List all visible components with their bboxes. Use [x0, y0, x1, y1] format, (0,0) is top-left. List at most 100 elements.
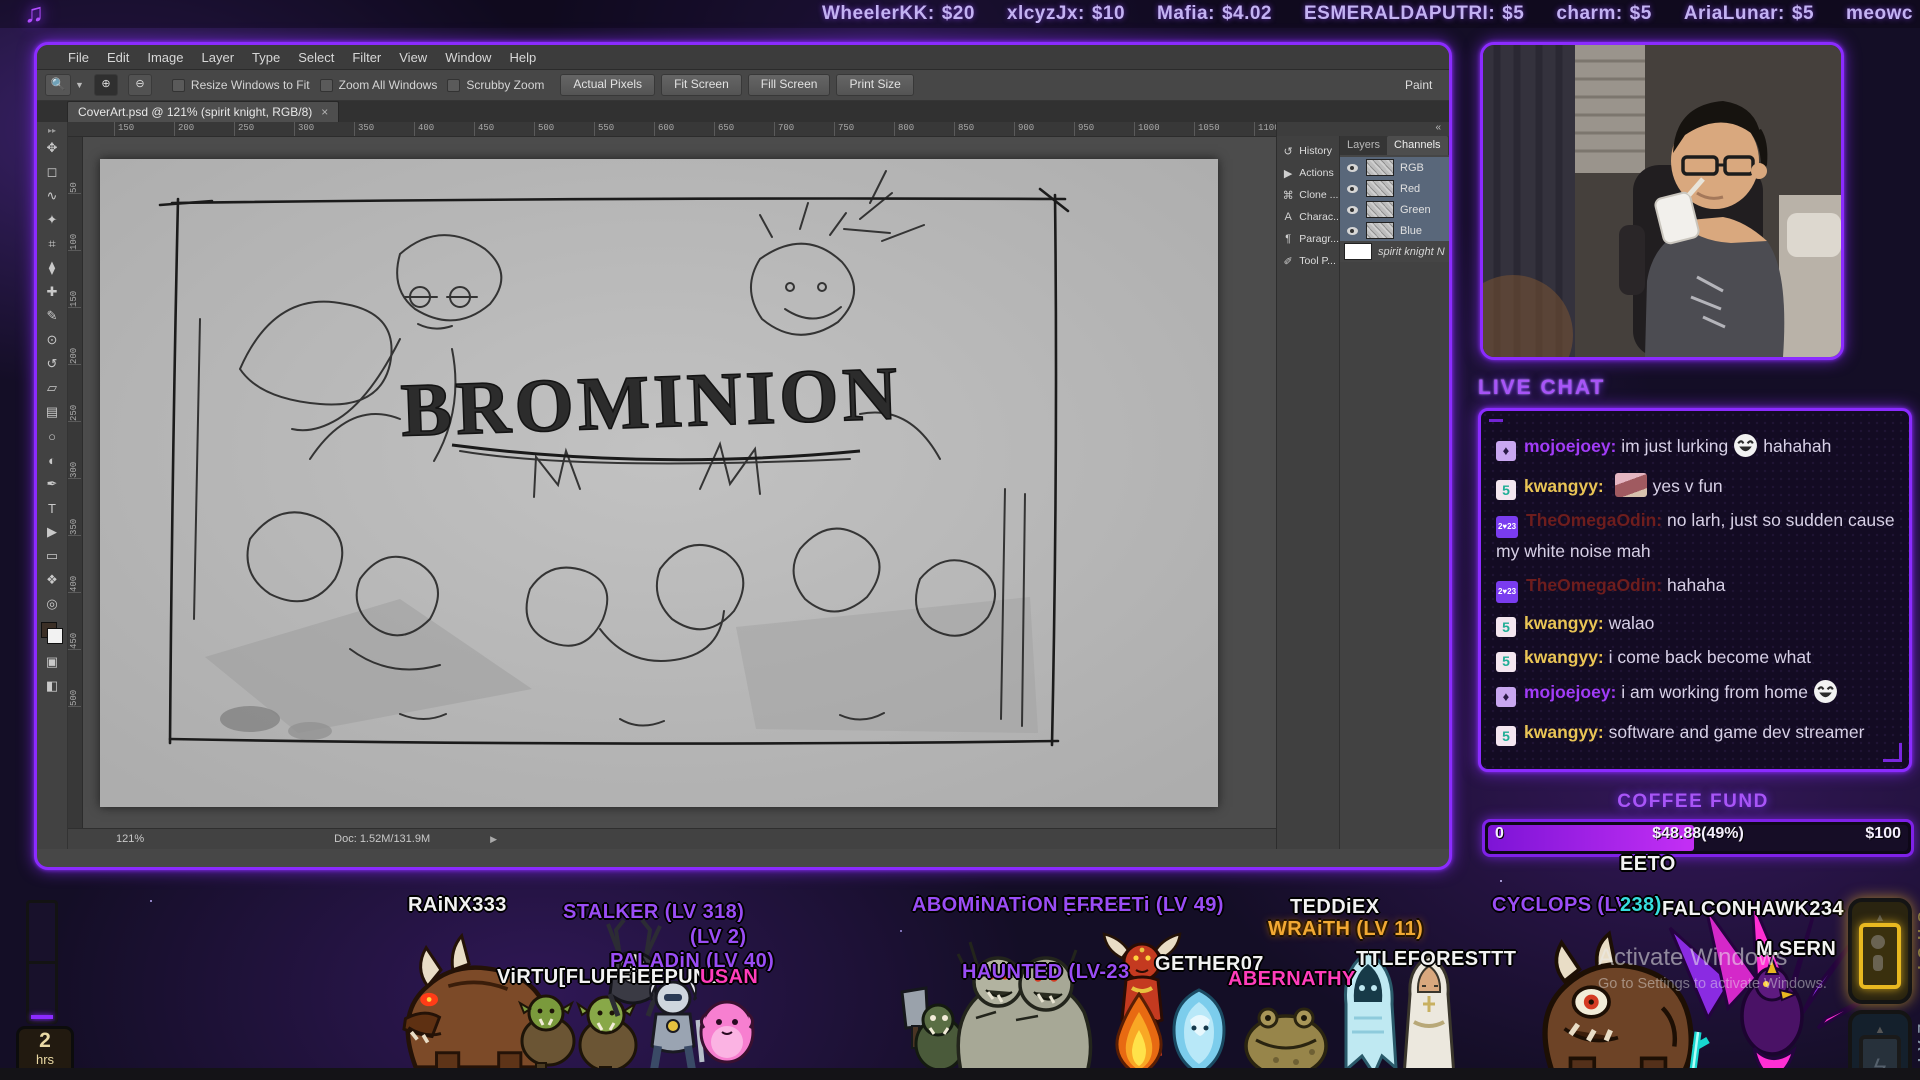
menu-item[interactable]: Edit — [98, 50, 138, 65]
options-button[interactable]: Fill Screen — [748, 74, 831, 96]
color-swatches[interactable] — [41, 622, 63, 644]
panel-tab[interactable]: Layers — [1340, 136, 1387, 155]
channel-row[interactable]: Green — [1340, 199, 1452, 220]
chat-username[interactable]: kwangyy: — [1524, 722, 1604, 742]
options-checkbox[interactable]: Resize Windows to Fit — [172, 78, 310, 92]
pen-tool[interactable]: ✒ — [40, 472, 64, 496]
dock-button-column: ↺ History ▶ Actions ⌘ Clone ... — [1277, 136, 1340, 849]
visibility-eye-icon[interactable] — [1344, 227, 1360, 235]
status-zoom-level[interactable]: 121% — [116, 833, 144, 845]
zoom-in-mode-button[interactable]: ⊕ — [94, 74, 118, 96]
chat-username[interactable]: kwangyy: — [1524, 647, 1604, 667]
dock-panel-button[interactable]: ⌘ Clone ... — [1277, 184, 1339, 206]
background-color-swatch[interactable] — [47, 628, 63, 644]
tab-close-icon[interactable]: × — [321, 105, 328, 119]
blur-tool[interactable]: ○ — [40, 424, 64, 448]
lasso-tool[interactable]: ∿ — [40, 184, 64, 208]
options-button[interactable]: Print Size — [836, 74, 913, 96]
dock-panel-button[interactable]: A Charac... — [1277, 206, 1339, 228]
ruler-tick: 500 — [534, 122, 594, 136]
toolbar-grip-icon[interactable]: ▸▸ — [48, 126, 56, 136]
panel-tab[interactable]: Paths — [1448, 136, 1452, 155]
menu-item[interactable]: Filter — [343, 50, 390, 65]
brush-tool[interactable]: ✎ — [40, 304, 64, 328]
user-badge-icon: 5 — [1496, 726, 1516, 746]
checkbox-box[interactable] — [320, 79, 333, 92]
chat-username[interactable]: mojoejoey: — [1524, 436, 1616, 456]
webcam-feed — [1480, 42, 1844, 360]
zoom-out-mode-button[interactable]: ⊖ — [128, 74, 152, 96]
channel-row[interactable]: spirit knight N — [1340, 241, 1452, 262]
hand-tool[interactable]: ❖ — [40, 568, 64, 592]
history-brush-tool[interactable]: ↺ — [40, 352, 64, 376]
workspace-switcher[interactable]: Paint — [1405, 78, 1445, 92]
shop-button[interactable]: ▲ SHOP — [1848, 898, 1912, 1004]
document-tab[interactable]: CoverArt.psd @ 121% (spirit knight, RGB/… — [67, 101, 339, 122]
menu-item[interactable]: Image — [138, 50, 192, 65]
status-menu-arrow-icon[interactable]: ▶ — [490, 834, 497, 845]
sketch-canvas-art: BROMINION — [100, 159, 1218, 807]
gradient-tool[interactable]: ▤ — [40, 400, 64, 424]
chat-username[interactable]: kwangyy: — [1524, 613, 1604, 633]
screen-mode-toggle[interactable]: ◧ — [40, 674, 64, 698]
ruler-tick: 400 — [414, 122, 474, 136]
chat-username[interactable]: mojoejoey: — [1524, 682, 1616, 702]
visibility-eye-icon[interactable] — [1344, 206, 1360, 214]
ruler-tick: 450 — [68, 593, 81, 650]
options-checkbox[interactable]: Zoom All Windows — [320, 78, 438, 92]
eyedropper-tool[interactable]: ⧫ — [40, 256, 64, 280]
quick-select-tool[interactable]: ✦ — [40, 208, 64, 232]
quick-mask-toggle[interactable]: ▣ — [40, 650, 64, 674]
dock-collapse-icon[interactable]: « — [1277, 122, 1449, 136]
channel-row[interactable]: Blue — [1340, 220, 1452, 241]
menu-item[interactable]: Help — [500, 50, 545, 65]
dock-panel-button[interactable]: ▶ Actions — [1277, 162, 1339, 184]
shape-tool[interactable]: ▭ — [40, 544, 64, 568]
visibility-eye-icon[interactable] — [1344, 185, 1360, 193]
zoom-tool[interactable]: ◎ — [40, 592, 64, 616]
channel-row[interactable]: RGB — [1340, 157, 1452, 178]
checkbox-box[interactable] — [447, 79, 460, 92]
menu-item[interactable]: Layer — [193, 50, 244, 65]
panel-tab[interactable]: Channels — [1387, 136, 1447, 155]
options-button[interactable]: Actual Pixels — [560, 74, 655, 96]
crop-tool[interactable]: ⌗ — [40, 232, 64, 256]
visibility-eye-icon[interactable] — [1344, 164, 1360, 172]
chat-username[interactable]: TheOmegaOdin: — [1526, 510, 1662, 530]
menu-item[interactable]: Select — [289, 50, 343, 65]
photoshop-toolbar: ▸▸ ✥ ◻ ∿ ✦ ⌗ ⧫ ✚ — [37, 122, 68, 849]
tool-preset-caret-icon[interactable]: ▼ — [75, 80, 84, 90]
channel-row[interactable]: Red — [1340, 178, 1452, 199]
chat-message: 2♥23TheOmegaOdin: no larh, just so sudde… — [1496, 507, 1895, 565]
chat-username[interactable]: TheOmegaOdin: — [1526, 575, 1662, 595]
zoom-tool-icon[interactable]: 🔍 — [45, 74, 71, 96]
menu-item[interactable]: File — [59, 50, 98, 65]
move-tool[interactable]: ✥ — [40, 136, 64, 160]
options-button[interactable]: Fit Screen — [661, 74, 742, 96]
live-chat-panel[interactable]: ♦mojoejoey: im just lurkinghahahah 5kwan… — [1478, 408, 1912, 772]
dock-panel-button[interactable]: ↺ History — [1277, 140, 1339, 162]
chat-message: ♦mojoejoey: i am working from home — [1496, 679, 1895, 712]
timer-gauge — [26, 900, 58, 1024]
menu-item[interactable]: Type — [243, 50, 289, 65]
chat-text: software and game dev streamer — [1609, 722, 1865, 742]
options-checkbox[interactable]: Scrubby Zoom — [447, 78, 544, 92]
chat-username[interactable]: kwangyy: — [1524, 476, 1604, 496]
marquee-tool[interactable]: ◻ — [40, 160, 64, 184]
clone-stamp-tool[interactable]: ⊙ — [40, 328, 64, 352]
ruler-tick: 300 — [294, 122, 354, 136]
menu-item[interactable]: View — [390, 50, 436, 65]
chat-message-list[interactable]: ♦mojoejoey: im just lurkinghahahah 5kwan… — [1481, 411, 1909, 769]
user-badge-icon: 2♥23 — [1496, 516, 1518, 538]
dock-panel-button[interactable]: ¶ Paragr... — [1277, 228, 1339, 250]
sketch-canvas[interactable]: BROMINION — [100, 159, 1218, 807]
menu-item[interactable]: Window — [436, 50, 500, 65]
checkbox-box[interactable] — [172, 79, 185, 92]
type-tool[interactable]: T — [40, 496, 64, 520]
healing-brush-tool[interactable]: ✚ — [40, 280, 64, 304]
dock-panel-button[interactable]: ✐ Tool P... — [1277, 250, 1339, 272]
path-select-tool[interactable]: ▶ — [40, 520, 64, 544]
coffee-fund-title: COFFEE FUND — [1617, 791, 1769, 813]
dodge-tool[interactable]: ◐ — [40, 448, 64, 472]
eraser-tool[interactable]: ▱ — [40, 376, 64, 400]
